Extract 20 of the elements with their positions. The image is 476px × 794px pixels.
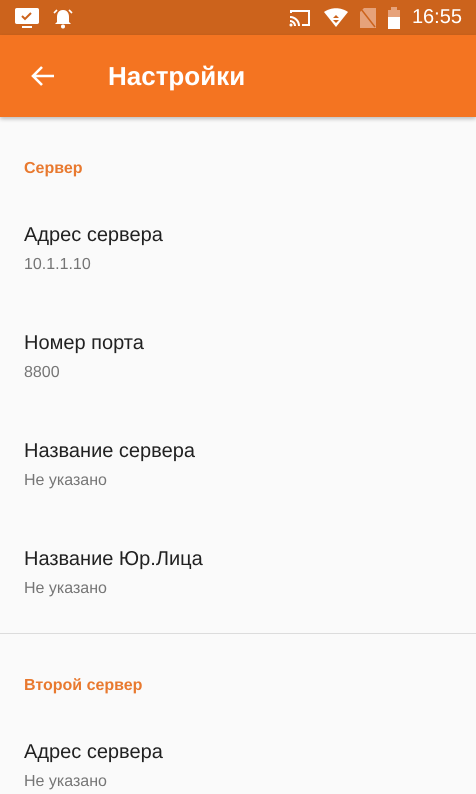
screen-check-icon [14,6,40,28]
setting-summary: Не указано [24,471,107,491]
setting-title[interactable]: Адрес сервера [24,740,163,764]
clock-time: 16:55 [412,6,462,29]
setting-summary: Не указано [24,772,107,792]
setting-title[interactable]: Название Юр.Лица [24,547,203,571]
battery-icon [388,6,400,28]
setting-summary: 10.1.1.10 [24,255,91,275]
setting-title[interactable]: Номер порта [24,331,144,355]
section-header: Второй сервер [24,677,142,694]
wifi-icon [324,8,348,28]
section-header: Сервер [24,160,83,177]
cast-icon [288,8,312,28]
alarm-bell-icon [52,6,74,28]
setting-summary: Не указано [24,579,107,599]
setting-title[interactable]: Адрес сервера [24,223,163,247]
setting-title[interactable]: Название сервера [24,439,195,463]
screen-title: Настройки [108,60,246,92]
setting-summary: 8800 [24,363,60,383]
no-sim-icon [360,8,376,28]
